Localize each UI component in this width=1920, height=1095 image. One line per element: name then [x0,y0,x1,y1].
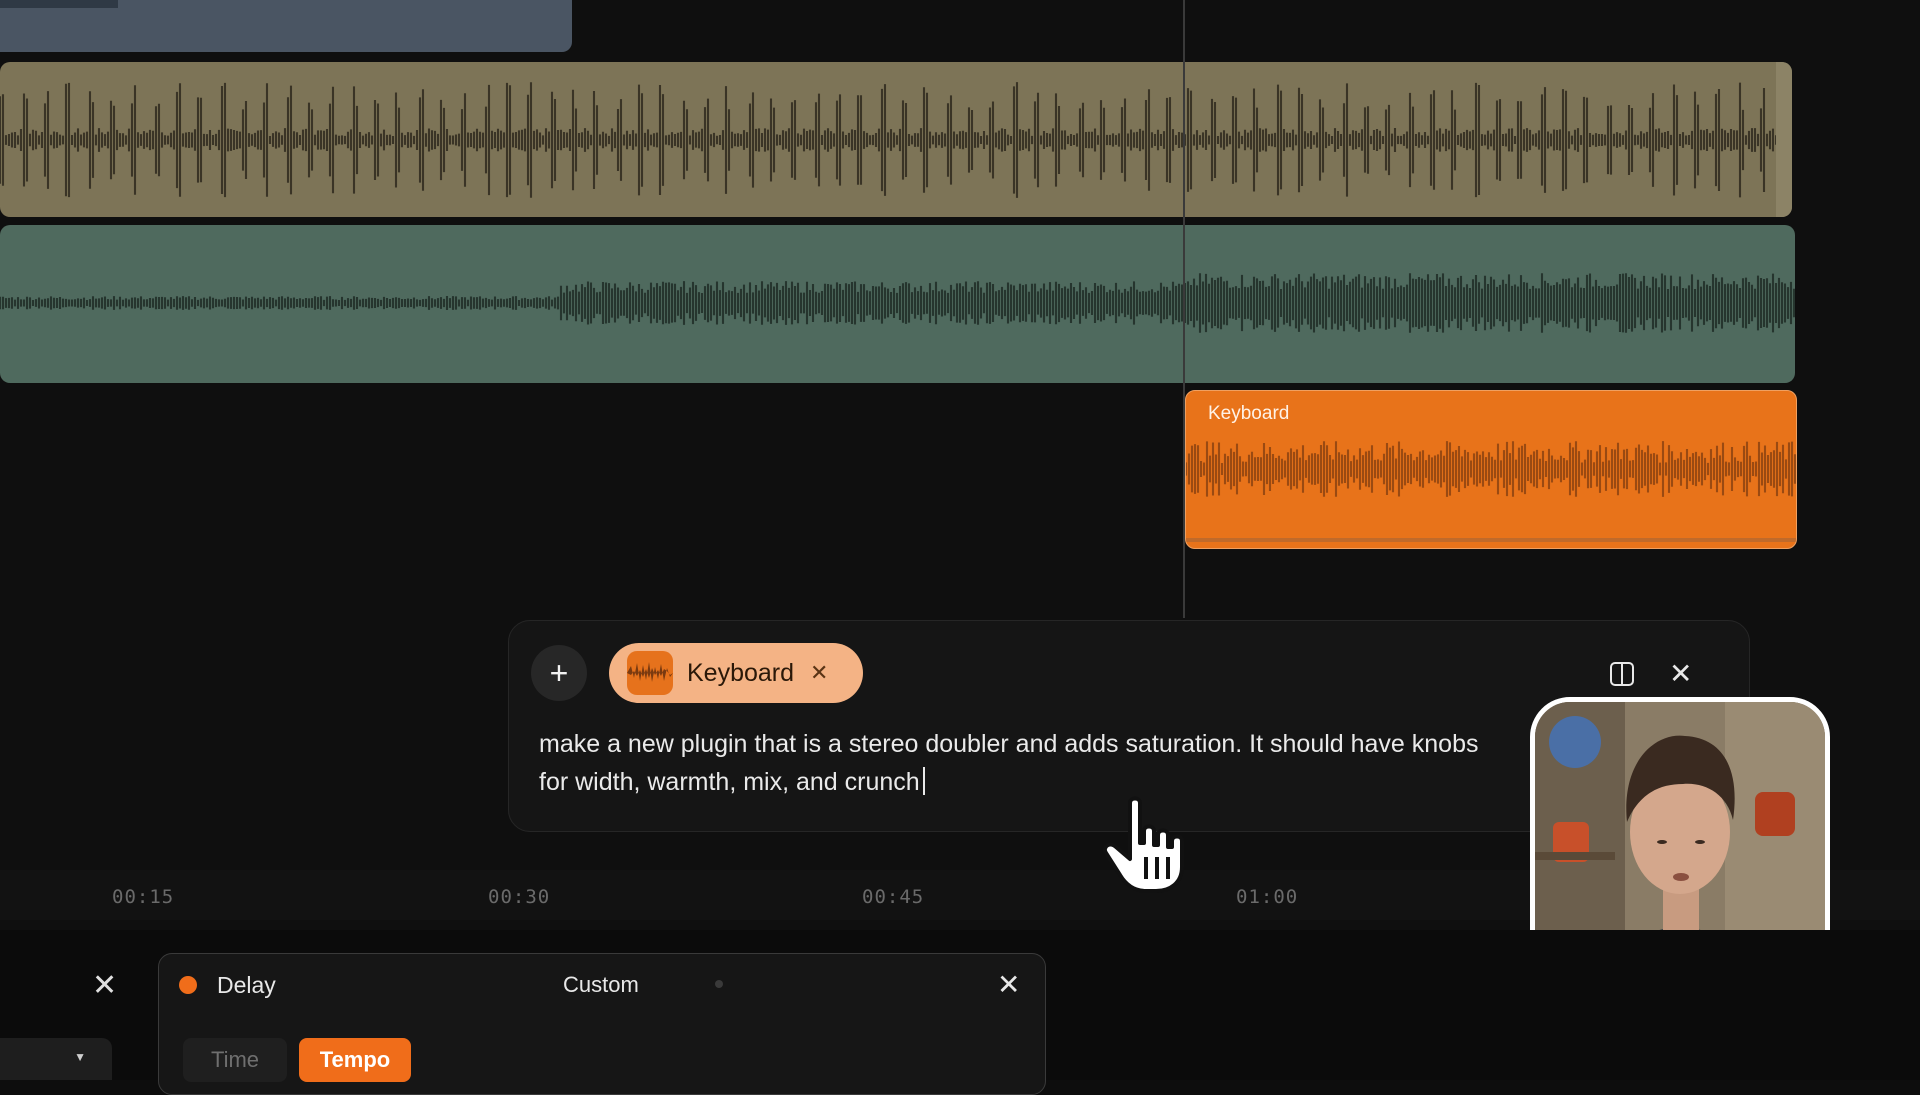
chevron-down-icon: ▼ [74,1050,86,1064]
preset-indicator [715,980,723,988]
ruler-tick: 00:15 [112,886,175,908]
time-mode-tab[interactable]: Time [183,1038,287,1082]
close-icon[interactable]: ✕ [997,968,1020,1001]
audio-clip[interactable] [0,225,1795,383]
prompt-input-text: make a new plugin that is a stereo doubl… [539,730,1479,796]
playhead[interactable] [1183,0,1185,618]
hand-cursor-icon [1103,796,1184,893]
dropdown[interactable]: ▼ [0,1038,112,1080]
close-icon[interactable]: ✕ [1669,657,1692,690]
plugin-title: Delay [217,972,276,998]
ruler-tick: 01:00 [1236,886,1299,908]
waveform [0,82,1792,198]
add-attachment-button[interactable]: + [531,645,587,701]
clip-header-bar [0,0,118,8]
tempo-mode-tab[interactable]: Tempo [299,1038,411,1082]
remove-attachment-icon[interactable]: ✕ [810,660,828,686]
split-view-icon[interactable] [1609,661,1635,687]
plus-icon: + [549,654,569,691]
waveform [0,273,1795,333]
preset-selector[interactable]: Custom [563,972,639,998]
clip-label: Keyboard [1208,403,1290,424]
delay-plugin-panel: Delay Custom ✕ Time Tempo [158,953,1046,1095]
text-caret [922,767,925,795]
audio-clip[interactable] [0,62,1792,217]
keyboard-clip[interactable]: Keyboard [1185,390,1797,549]
clip-resize-handle[interactable] [1776,62,1792,217]
ruler-tick: 00:30 [488,886,551,908]
attachment-chip[interactable]: Keyboard ✕ [609,643,863,703]
ruler-tick: 00:45 [862,886,925,908]
prompt-input[interactable]: make a new plugin that is a stereo doubl… [539,725,1499,801]
attachment-label: Keyboard [687,658,795,687]
clip-baseline [1186,538,1796,542]
status-dot [179,976,197,994]
close-icon[interactable]: ✕ [92,968,117,1003]
audio-clip[interactable] [0,0,572,52]
clip-thumbnail [627,651,673,695]
